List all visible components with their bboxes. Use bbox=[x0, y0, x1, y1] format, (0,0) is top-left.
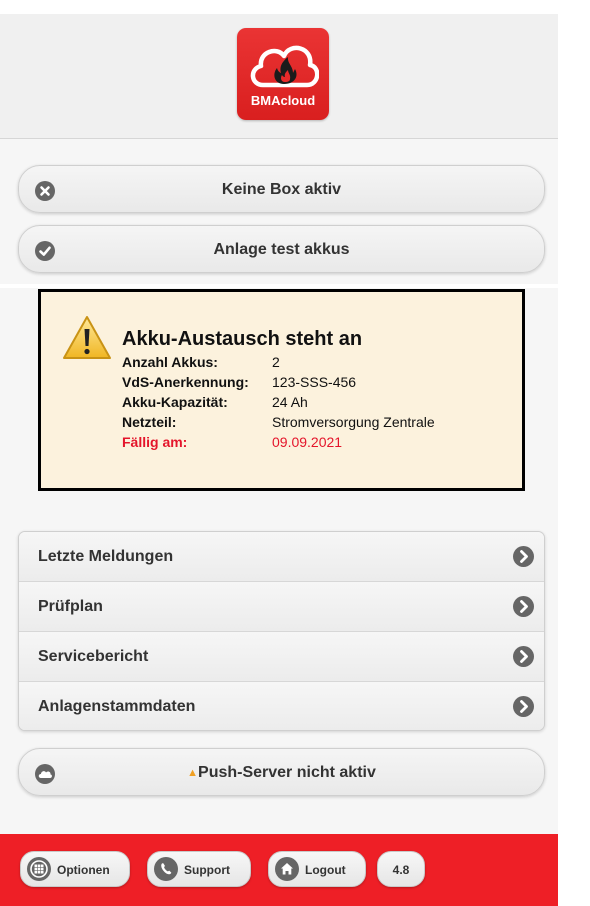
chevron-right-icon bbox=[513, 546, 534, 567]
menu-item-label: Prüfplan bbox=[38, 598, 103, 615]
notice-value: 09.09.2021 bbox=[272, 434, 343, 450]
menu-item-label: Anlagenstammdaten bbox=[38, 698, 196, 715]
menu-item-letzte-meldungen[interactable]: Letzte Meldungen bbox=[19, 532, 544, 582]
logo-text: BMAcloud bbox=[250, 93, 316, 108]
push-server-label: ▲Push-Server nicht aktiv bbox=[19, 764, 544, 782]
version-label: 4.8 bbox=[392, 863, 410, 877]
battery-replacement-notice: Akku-Austausch steht an Anzahl Akkus: 2 … bbox=[38, 289, 525, 491]
push-server-button[interactable]: ▲Push-Server nicht aktiv bbox=[18, 748, 545, 796]
home-icon bbox=[275, 857, 299, 881]
menu-item-pruefplan[interactable]: Prüfplan bbox=[19, 582, 544, 632]
system-status-button[interactable]: Anlage test akkus bbox=[18, 225, 545, 273]
support-button[interactable]: Support bbox=[147, 851, 251, 887]
notice-key: Netzteil: bbox=[122, 414, 177, 430]
header: BMAcloud bbox=[0, 14, 558, 139]
phone-icon bbox=[154, 857, 178, 881]
options-label: Optionen bbox=[57, 863, 110, 877]
main-menu-list: Letzte Meldungen Prüfplan Servicebericht… bbox=[18, 531, 545, 731]
grid-icon bbox=[27, 857, 51, 881]
notice-key: Anzahl Akkus: bbox=[122, 354, 218, 370]
logout-label: Logout bbox=[305, 863, 346, 877]
notice-value: 24 Ah bbox=[272, 394, 308, 410]
notice-key: Akku-Kapazität: bbox=[122, 394, 228, 410]
notice-title: Akku-Austausch steht an bbox=[122, 328, 363, 350]
box-status-label: Keine Box aktiv bbox=[221, 181, 342, 198]
notice-key: VdS-Anerkennung: bbox=[122, 374, 249, 390]
version-button[interactable]: 4.8 bbox=[377, 851, 425, 887]
menu-item-servicebericht[interactable]: Servicebericht bbox=[19, 632, 544, 682]
notice-key: Fällig am: bbox=[122, 434, 188, 450]
push-server-text: Push-Server nicht aktiv bbox=[198, 764, 376, 781]
chevron-right-icon bbox=[513, 596, 534, 617]
menu-item-label: Letzte Meldungen bbox=[38, 548, 174, 565]
notice-value: 2 bbox=[272, 354, 280, 370]
chevron-right-icon bbox=[513, 696, 534, 717]
options-button[interactable]: Optionen bbox=[20, 851, 130, 887]
notice-value: 123-SSS-456 bbox=[272, 374, 357, 390]
system-status-label: Anlage test akkus bbox=[213, 241, 350, 258]
notice-value: Stromversorgung Zentrale bbox=[272, 414, 435, 430]
support-label: Support bbox=[184, 863, 230, 877]
warning-triangle-icon: ▲ bbox=[187, 767, 199, 779]
bmacloud-logo: BMAcloud bbox=[237, 28, 329, 120]
menu-item-anlagenstammdaten[interactable]: Anlagenstammdaten bbox=[19, 682, 544, 730]
menu-item-label: Servicebericht bbox=[38, 648, 149, 665]
logout-button[interactable]: Logout bbox=[268, 851, 366, 887]
box-status-button[interactable]: Keine Box aktiv bbox=[18, 165, 545, 213]
warning-triangle-icon bbox=[63, 316, 111, 359]
divider bbox=[0, 284, 558, 288]
footer-toolbar: Optionen Support Logout 4.8 bbox=[0, 834, 558, 906]
cloud-flame-icon bbox=[250, 45, 319, 88]
chevron-right-icon bbox=[513, 646, 534, 667]
